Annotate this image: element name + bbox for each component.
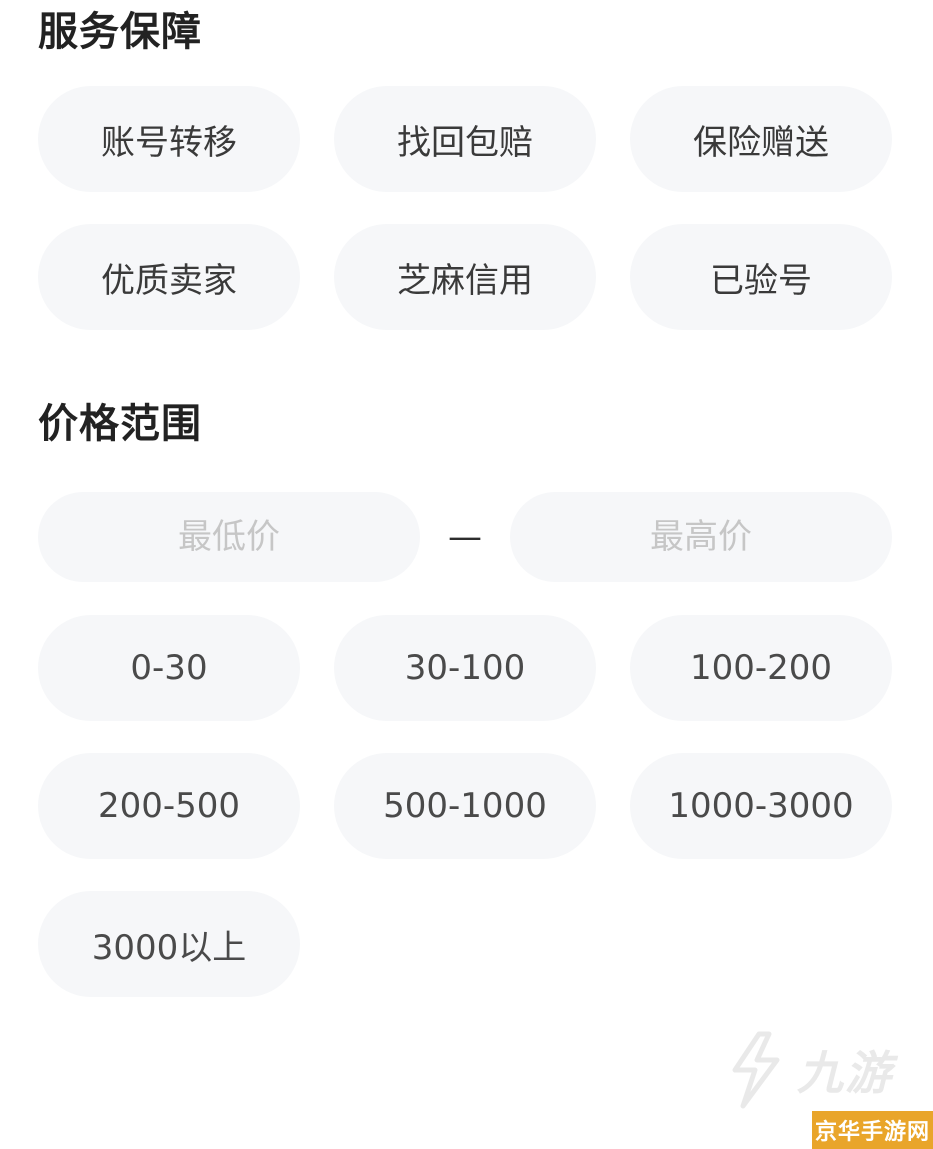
price-option-1000-3000[interactable]: 1000-3000: [630, 753, 892, 859]
min-price-input[interactable]: [38, 492, 420, 582]
service-option-recovery-compensation[interactable]: 找回包赔: [334, 86, 596, 192]
price-option-200-500[interactable]: 200-500: [38, 753, 300, 859]
max-price-input[interactable]: [510, 492, 892, 582]
service-option-verified-account[interactable]: 已验号: [630, 224, 892, 330]
watermark: 九游: [703, 1030, 893, 1110]
site-badge: 京华手游网: [812, 1111, 933, 1149]
service-options-grid: 账号转移 找回包赔 保险赠送 优质卖家 芝麻信用 已验号: [38, 86, 892, 330]
price-option-100-200[interactable]: 100-200: [630, 615, 892, 721]
service-option-sesame-credit[interactable]: 芝麻信用: [334, 224, 596, 330]
service-option-insurance-gift[interactable]: 保险赠送: [630, 86, 892, 192]
watermark-text: 九游: [797, 1046, 893, 1100]
price-range-separator: —: [448, 517, 482, 557]
price-option-500-1000[interactable]: 500-1000: [334, 753, 596, 859]
price-option-0-30[interactable]: 0-30: [38, 615, 300, 721]
price-option-30-100[interactable]: 30-100: [334, 615, 596, 721]
service-section-title: 服务保障: [38, 9, 202, 55]
jiuyou-logo-icon: [732, 1031, 780, 1109]
service-option-account-transfer[interactable]: 账号转移: [38, 86, 300, 192]
price-option-3000-plus[interactable]: 3000以上: [38, 891, 300, 997]
filter-panel: 服务保障 账号转移 找回包赔 保险赠送 优质卖家 芝麻信用 已验号 价格范围 —…: [0, 0, 933, 1149]
price-section-title: 价格范围: [38, 401, 202, 447]
service-option-quality-seller[interactable]: 优质卖家: [38, 224, 300, 330]
price-options-grid: 0-30 30-100 100-200 200-500 500-1000 100…: [38, 615, 892, 997]
price-range-inputs: —: [38, 492, 892, 582]
